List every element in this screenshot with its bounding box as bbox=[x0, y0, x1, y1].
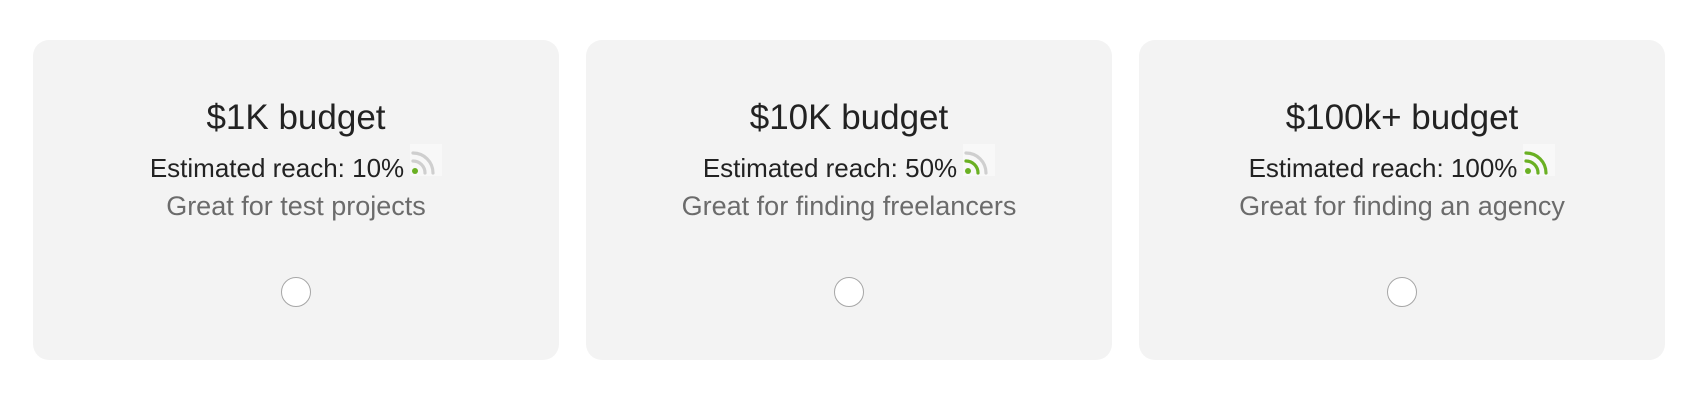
budget-card-10k[interactable]: $10K budget Estimated reach: 50% Great f… bbox=[586, 40, 1112, 360]
budget-description: Great for finding freelancers bbox=[681, 191, 1017, 221]
signal-icon bbox=[1523, 144, 1556, 176]
budget-title: $100k+ budget bbox=[1285, 98, 1519, 137]
budget-radio[interactable] bbox=[1387, 277, 1417, 307]
budget-radio[interactable] bbox=[281, 277, 311, 307]
budget-radio[interactable] bbox=[834, 277, 864, 307]
budget-description: Great for test projects bbox=[166, 191, 426, 221]
signal-icon bbox=[410, 144, 443, 176]
estimated-reach: Estimated reach: 50% bbox=[702, 144, 996, 184]
reach-label: Estimated reach: 10% bbox=[149, 153, 405, 183]
estimated-reach: Estimated reach: 100% bbox=[1248, 144, 1556, 184]
signal-icon bbox=[963, 144, 996, 176]
budget-title: $1K budget bbox=[206, 98, 386, 137]
budget-description: Great for finding an agency bbox=[1239, 191, 1565, 221]
budget-card-100k[interactable]: $100k+ budget Estimated reach: 100% Grea… bbox=[1139, 40, 1665, 360]
estimated-reach: Estimated reach: 10% bbox=[149, 144, 443, 184]
budget-card-1k[interactable]: $1K budget Estimated reach: 10% Great fo… bbox=[33, 40, 559, 360]
budget-options: $1K budget Estimated reach: 10% Great fo… bbox=[33, 40, 1665, 360]
budget-title: $10K budget bbox=[749, 98, 949, 137]
reach-label: Estimated reach: 100% bbox=[1248, 153, 1518, 183]
reach-label: Estimated reach: 50% bbox=[702, 153, 958, 183]
